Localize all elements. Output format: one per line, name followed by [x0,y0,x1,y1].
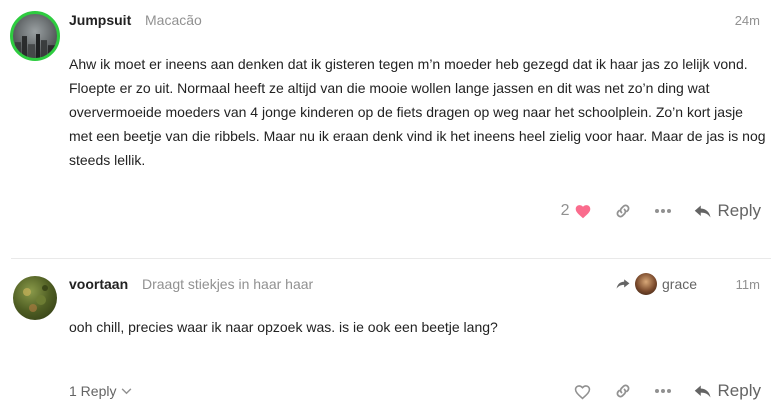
user-title: Macacão [145,12,202,28]
post-actions: Reply [573,377,761,405]
reply-arrow-icon [616,279,630,289]
reply-to-username: grace [662,276,698,292]
show-replies-button[interactable]: 1 Reply [69,383,132,399]
post-body: Ahw ik moet er ineens aan denken dat ik … [69,56,766,168]
post-actions: 2 Reply [561,197,761,225]
reply-button[interactable]: Reply [694,201,761,221]
reply-label: Reply [717,201,761,220]
link-icon [616,204,629,218]
replies-count-label: 1 Reply [69,383,117,399]
avatar[interactable] [10,11,60,61]
post-body: ooh chill, precies waar ik naar opzoek w… [69,319,498,335]
reply-label: Reply [717,381,761,400]
post-jumpsuit: Jumpsuit Macacão 24m Ahw ik moet er inee… [0,0,781,258]
reply-icon [694,385,711,397]
avatar[interactable] [13,276,57,320]
heart-icon [575,205,590,219]
post-time[interactable]: 24m [735,13,760,28]
like-button[interactable]: 2 [561,202,592,220]
like-count[interactable]: 2 [561,202,570,220]
reply-to-avatar [635,273,657,295]
reply-icon [694,205,711,217]
user-title: Draagt stiekjes in haar haar [142,276,314,292]
post-voortaan: voortaan Draagt stiekjes in haar haar gr… [0,258,781,412]
chevron-down-icon [122,387,132,394]
reply-button[interactable]: Reply [694,381,761,401]
link-icon [616,384,629,398]
ellipsis-icon [654,389,671,393]
username[interactable]: voortaan [69,276,128,292]
username[interactable]: Jumpsuit [69,12,131,28]
copy-link-button[interactable] [614,202,632,220]
show-more-button[interactable] [654,208,672,214]
ellipsis-icon [654,209,671,213]
heart-icon [574,384,590,400]
reply-to-tab[interactable]: grace [616,271,697,297]
show-more-button[interactable] [654,388,672,394]
copy-link-button[interactable] [614,382,632,400]
post-time[interactable]: 11m [736,277,760,292]
like-button[interactable] [573,383,592,400]
